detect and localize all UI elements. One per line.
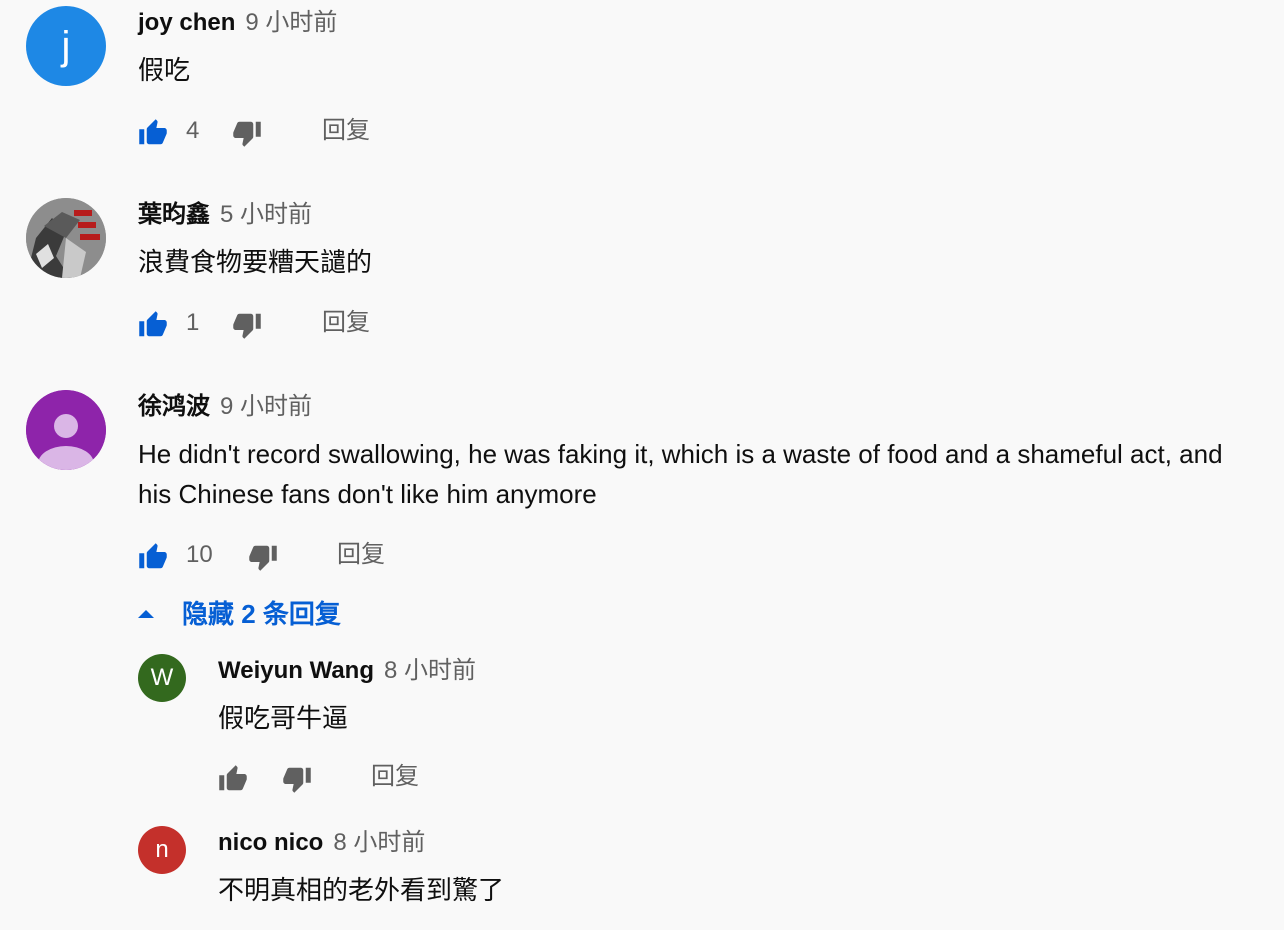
- like-count: 1: [186, 309, 200, 336]
- dislike-icon[interactable]: [248, 542, 278, 572]
- reply-header: nico nico 8 小时前: [218, 828, 425, 858]
- avatar-image: [26, 198, 106, 278]
- comment-author[interactable]: 葉昀鑫: [138, 201, 210, 228]
- like-icon[interactable]: [218, 764, 248, 794]
- avatar[interactable]: W: [138, 654, 186, 702]
- comment-header: 徐鸿波 9 小时前: [138, 392, 312, 422]
- hide-replies-toggle[interactable]: 隐藏 2 条回复: [138, 596, 341, 632]
- comment-actions: 4 回复: [138, 112, 398, 152]
- reply-author[interactable]: nico nico: [218, 829, 323, 856]
- avatar[interactable]: [26, 198, 106, 278]
- reply-button[interactable]: 回复: [322, 308, 370, 338]
- avatar-letter: j: [61, 23, 71, 68]
- reply-button[interactable]: 回复: [371, 762, 419, 792]
- like-icon[interactable]: [138, 310, 168, 340]
- reply-text: 不明真相的老外看到驚了: [218, 875, 505, 905]
- comment-actions: 1 回复: [138, 304, 398, 344]
- comment-time[interactable]: 9 小时前: [245, 9, 337, 36]
- avatar[interactable]: [26, 390, 106, 470]
- reply-button[interactable]: 回复: [337, 540, 385, 570]
- comment-text: He didn't record swallowing, he was faki…: [138, 439, 1223, 509]
- comment-text: 假吃: [138, 55, 191, 85]
- reply-actions: 回复: [218, 758, 458, 798]
- reply-time[interactable]: 8 小时前: [384, 657, 476, 684]
- avatar[interactable]: n: [138, 826, 186, 874]
- avatar[interactable]: j: [26, 6, 106, 86]
- dislike-icon[interactable]: [232, 118, 262, 148]
- like-count: 4: [186, 117, 200, 144]
- like-icon[interactable]: [138, 118, 168, 148]
- comment-time[interactable]: 5 小时前: [220, 201, 312, 228]
- default-user-icon: [26, 390, 106, 470]
- comment-time[interactable]: 9 小时前: [220, 393, 312, 420]
- reply-author[interactable]: Weiyun Wang: [218, 657, 374, 684]
- avatar-letter: W: [150, 664, 174, 691]
- comment-header: 葉昀鑫 5 小时前: [138, 200, 312, 230]
- comment-text: 浪費食物要糟天譴的: [138, 247, 373, 277]
- caret-up-icon: [138, 610, 154, 618]
- hide-replies-label: 隐藏 2 条回复: [182, 599, 341, 629]
- reply-button[interactable]: 回复: [322, 116, 370, 146]
- avatar-letter: n: [155, 836, 169, 863]
- reply-text: 假吃哥牛逼: [218, 703, 349, 733]
- reply-header: Weiyun Wang 8 小时前: [218, 656, 476, 686]
- comment-author[interactable]: joy chen: [138, 9, 235, 36]
- comment-actions: 10 回复: [138, 536, 418, 576]
- comment-author[interactable]: 徐鸿波: [138, 393, 210, 420]
- comment-header: joy chen 9 小时前: [138, 8, 337, 38]
- dislike-icon[interactable]: [232, 310, 262, 340]
- dislike-icon[interactable]: [282, 764, 312, 794]
- like-count: 10: [186, 541, 213, 568]
- reply-time[interactable]: 8 小时前: [333, 829, 425, 856]
- like-icon[interactable]: [138, 542, 168, 572]
